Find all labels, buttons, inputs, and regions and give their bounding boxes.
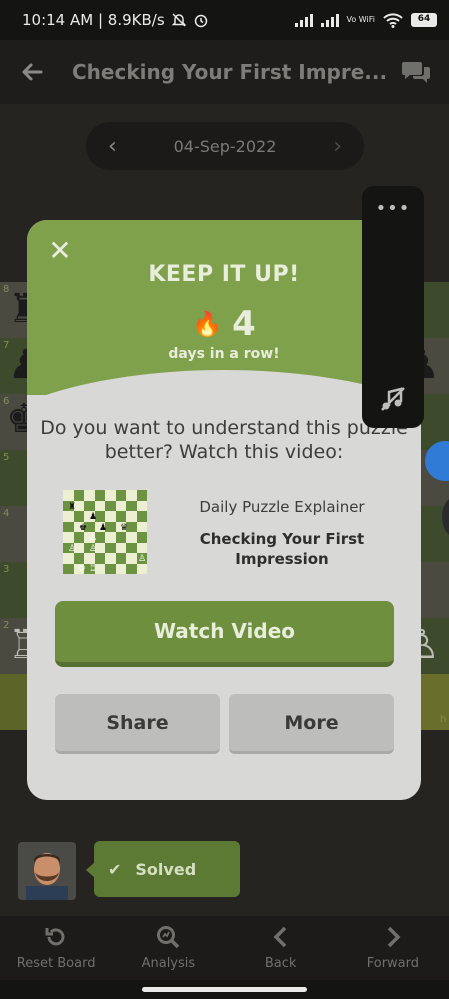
- thumbnail-pieces: ♜ ♟ ♟ ♛ ♚ ♙ ♙ ♙ ♔ ♖ ♙: [68, 502, 146, 574]
- analysis-button[interactable]: Analysis: [112, 916, 224, 980]
- app-header: Checking Your First Impre...: [0, 40, 449, 104]
- svg-text:♙: ♙: [68, 544, 76, 554]
- signal-icon: [294, 13, 313, 27]
- back-arrow-icon[interactable]: [20, 60, 44, 84]
- chat-bubbles-icon[interactable]: [401, 59, 431, 85]
- check-icon: ✔: [108, 859, 122, 879]
- video-series: Daily Puzzle Explainer: [199, 498, 365, 516]
- analysis-icon: [157, 926, 180, 949]
- fire-icon: 🔥: [192, 310, 223, 338]
- rank-label: 4: [3, 508, 10, 519]
- solved-label: Solved: [135, 859, 197, 879]
- svg-text:♙: ♙: [89, 544, 97, 554]
- svg-text:♙: ♙: [89, 533, 97, 543]
- status-time-speed: 10:14 AM | 8.9KB/s: [22, 11, 165, 29]
- home-indicator[interactable]: [142, 987, 307, 992]
- alarm-icon: [194, 14, 207, 28]
- reset-icon: [45, 928, 65, 946]
- chevron-left-icon: [273, 926, 286, 948]
- reset-board-button[interactable]: Reset Board: [0, 916, 112, 980]
- reset-board-label: Reset Board: [16, 956, 96, 971]
- svg-text:♙: ♙: [138, 554, 146, 564]
- svg-text:♛: ♛: [120, 523, 128, 533]
- date-navigator: ‹ 04-Sep-2022 ›: [86, 122, 364, 170]
- svg-text:♜: ♜: [68, 502, 76, 512]
- more-options-button[interactable]: •••: [362, 198, 424, 219]
- status-bar: 10:14 AM | 8.9KB/s Vo WiFi 64: [0, 0, 449, 40]
- svg-text:♔: ♔: [78, 564, 86, 574]
- svg-text:♚: ♚: [79, 523, 87, 533]
- rank-label: 5: [3, 452, 10, 463]
- vowifi-indicator: Vo WiFi: [346, 15, 376, 24]
- back-label: Back: [264, 956, 297, 971]
- avatar-portrait: [18, 842, 76, 900]
- prev-date-button[interactable]: ‹: [108, 134, 117, 159]
- back-move-button[interactable]: Back: [225, 916, 337, 980]
- analysis-label: Analysis: [141, 956, 196, 971]
- screen: 10:14 AM | 8.9KB/s Vo WiFi 64 Checking Y…: [0, 0, 449, 999]
- solved-badge: ✔ Solved: [94, 841, 240, 897]
- svg-text:♖: ♖: [89, 564, 97, 574]
- puzzle-date[interactable]: 04-Sep-2022: [174, 137, 277, 156]
- chevron-right-icon: [387, 926, 401, 948]
- rank-label: 3: [3, 564, 10, 575]
- streak-count: 4: [232, 304, 256, 344]
- bottom-navigation: Reset Board Analysis Back Forward: [0, 916, 449, 980]
- page-title: Checking Your First Impre...: [72, 60, 388, 84]
- video-card[interactable]: ♜ ♟ ♟ ♛ ♚ ♙ ♙ ♙ ♔ ♖ ♙ Daily Puzzle Expla…: [63, 490, 393, 574]
- wifi-icon: [383, 13, 403, 28]
- forward-move-button[interactable]: Forward: [337, 916, 449, 980]
- battery-icon: 64: [411, 13, 437, 27]
- file-label: h: [440, 714, 447, 725]
- svg-text:♟: ♟: [89, 512, 97, 522]
- watch-video-button[interactable]: Watch Video: [55, 601, 394, 667]
- more-button[interactable]: More: [229, 694, 394, 754]
- share-button[interactable]: Share: [55, 694, 220, 754]
- forward-label: Forward: [366, 956, 420, 971]
- avatar: [18, 842, 76, 900]
- mute-icon: [171, 13, 186, 27]
- video-prompt: Do you want to understand this puzzle be…: [40, 417, 408, 463]
- music-off-icon[interactable]: [380, 386, 406, 412]
- video-title[interactable]: Checking Your First Impression: [167, 529, 397, 569]
- close-icon[interactable]: ✕: [47, 237, 73, 265]
- side-panel: •••: [362, 186, 424, 428]
- signal-icon-2: [320, 13, 339, 27]
- svg-text:♟: ♟: [99, 523, 107, 533]
- next-date-button[interactable]: ›: [333, 134, 342, 159]
